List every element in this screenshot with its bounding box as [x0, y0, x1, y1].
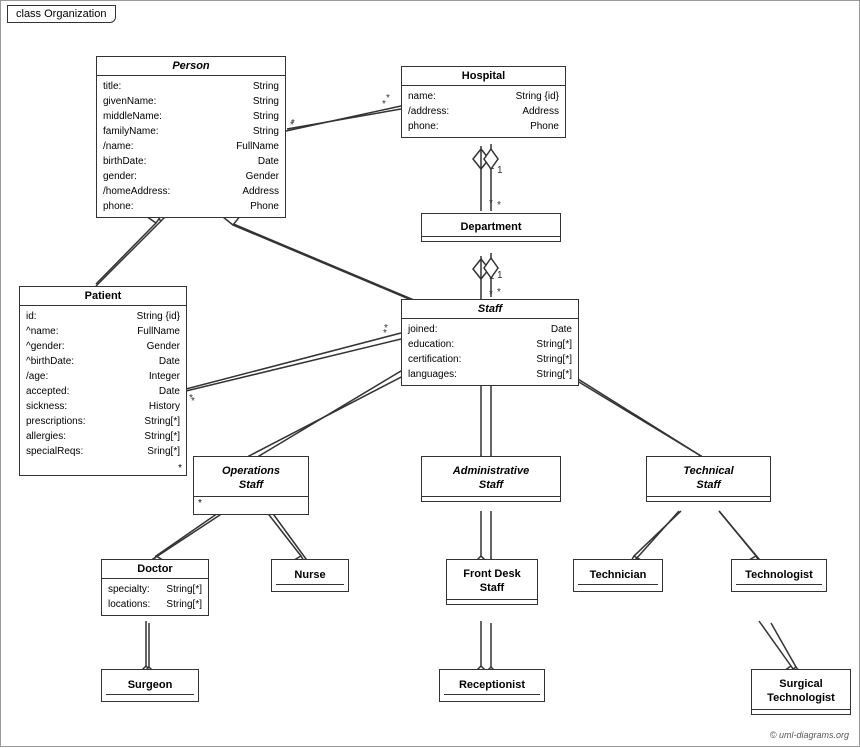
copyright-text: © uml-diagrams.org — [770, 730, 849, 740]
doctor-class: Doctor specialty:String[*] locations:Str… — [101, 559, 209, 616]
patient-attrs: id:String {id} ^name:FullName ^gender:Ge… — [20, 306, 186, 462]
patient-title: Patient — [20, 287, 186, 306]
technical-staff-class: TechnicalStaff — [646, 456, 771, 502]
technician-title: Technician — [578, 566, 658, 585]
administrative-staff-title: AdministrativeStaff — [422, 461, 560, 497]
diagram-title: class Organization — [7, 5, 116, 23]
nurse-title: Nurse — [276, 566, 344, 585]
svg-text:*: * — [383, 328, 387, 339]
svg-text:*: * — [386, 93, 390, 104]
nurse-class: Nurse — [271, 559, 349, 592]
surgeon-title: Surgeon — [106, 676, 194, 695]
hospital-attrs: name:String {id} /address:Address phone:… — [402, 86, 565, 137]
administrative-staff-class: AdministrativeStaff — [421, 456, 561, 502]
staff-title: Staff — [402, 300, 578, 319]
svg-text:*: * — [382, 99, 386, 110]
department-title: Department — [422, 218, 560, 237]
technologist-title: Technologist — [736, 566, 822, 585]
operations-staff-class: OperationsStaff * — [193, 456, 309, 515]
receptionist-title: Receptionist — [444, 676, 540, 695]
svg-text:1: 1 — [497, 270, 503, 281]
staff-attrs: joined:Date education:String[*] certific… — [402, 319, 578, 385]
operations-staff-title: OperationsStaff — [194, 461, 308, 497]
technologist-class: Technologist — [731, 559, 827, 592]
svg-text:1: 1 — [489, 161, 495, 172]
patient-class: Patient id:String {id} ^name:FullName ^g… — [19, 286, 187, 476]
svg-text:*: * — [189, 393, 193, 404]
svg-text:*: * — [497, 287, 501, 298]
staff-class: Staff joined:Date education:String[*] ce… — [401, 299, 579, 386]
person-class: Person title:String givenName:String mid… — [96, 56, 286, 218]
svg-text:*: * — [291, 118, 295, 129]
surgeon-class: Surgeon — [101, 669, 199, 702]
hospital-class: Hospital name:String {id} /address:Addre… — [401, 66, 566, 138]
doctor-attrs: specialty:String[*] locations:String[*] — [102, 579, 208, 615]
svg-text:*: * — [384, 323, 388, 334]
svg-text:1: 1 — [497, 165, 503, 176]
surgical-technologist-class: SurgicalTechnologist — [751, 669, 851, 715]
front-desk-staff-title: Front DeskStaff — [447, 564, 537, 600]
front-desk-staff-class: Front DeskStaff — [446, 559, 538, 605]
svg-text:1: 1 — [489, 271, 495, 282]
technician-class: Technician — [573, 559, 663, 592]
hospital-title: Hospital — [402, 67, 565, 86]
receptionist-class: Receptionist — [439, 669, 545, 702]
surgical-technologist-title: SurgicalTechnologist — [752, 674, 850, 710]
department-class: Department — [421, 213, 561, 242]
person-title: Person — [97, 57, 285, 76]
uml-diagram: class Organization * * 1 * 1 * * * — [0, 0, 860, 747]
person-attrs: title:String givenName:String middleName… — [97, 76, 285, 217]
doctor-title: Doctor — [102, 560, 208, 579]
svg-text:*: * — [497, 200, 501, 211]
svg-text:*: * — [489, 198, 493, 209]
svg-text:*: * — [290, 120, 294, 131]
svg-text:*: * — [191, 396, 195, 407]
technical-staff-title: TechnicalStaff — [647, 461, 770, 497]
